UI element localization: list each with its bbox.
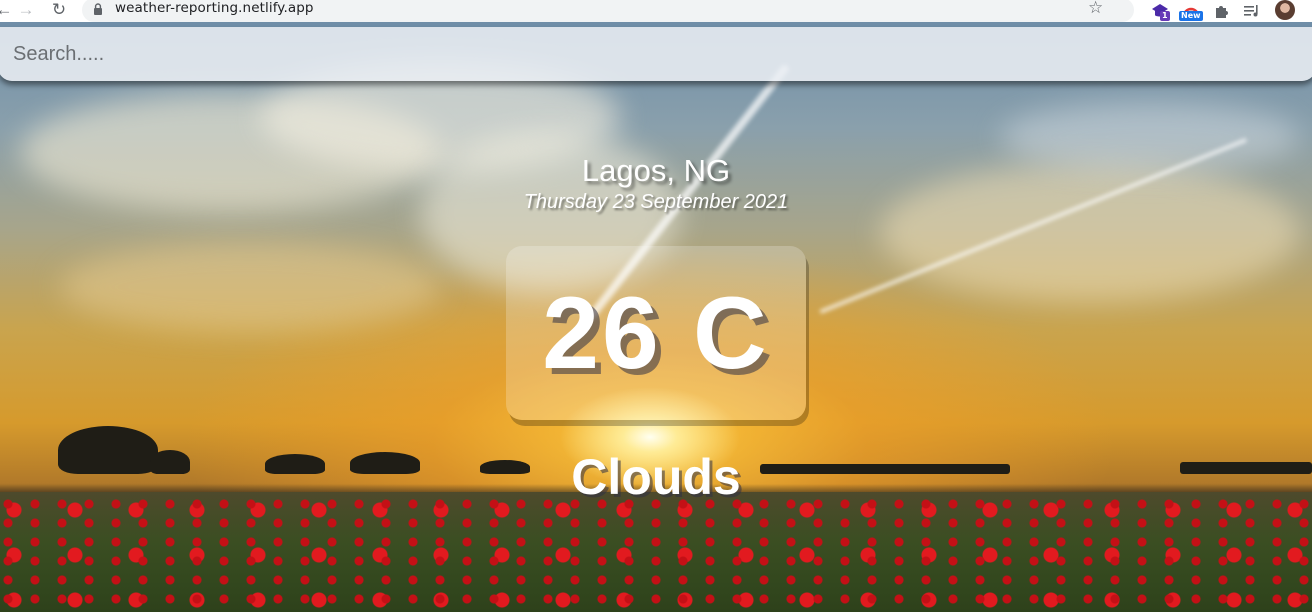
back-arrow-icon[interactable]: ←: [0, 0, 14, 20]
weather-condition: Clouds: [571, 449, 741, 505]
location-title: Lagos, NG: [581, 153, 731, 188]
extension-icon[interactable]: 1: [1147, 0, 1173, 22]
date-text: Thursday 23 September 2021: [523, 191, 789, 213]
lock-icon: [94, 3, 102, 15]
star-icon[interactable]: ☆: [1088, 0, 1103, 18]
url-text[interactable]: weather-reporting.netlify.app: [115, 0, 314, 16]
reading-list-icon[interactable]: [1242, 0, 1262, 22]
reload-icon[interactable]: ↻: [49, 0, 69, 20]
profile-avatar[interactable]: [1275, 0, 1295, 20]
extension-new-icon[interactable]: New: [1178, 0, 1204, 22]
browser-toolbar: ← → ↻ weather-reporting.netlify.app ☆ 1 …: [0, 0, 1312, 22]
forward-arrow-icon[interactable]: →: [16, 0, 36, 20]
new-badge: New: [1179, 11, 1203, 21]
extension-badge: 1: [1160, 11, 1170, 21]
search-bar: [0, 27, 1312, 81]
temperature-value: 26 C: [542, 276, 770, 390]
page-root: ← → ↻ weather-reporting.netlify.app ☆ 1 …: [0, 0, 1312, 612]
address-bar[interactable]: weather-reporting.netlify.app ☆: [82, 0, 1134, 22]
search-input[interactable]: [0, 27, 1312, 81]
temperature-card: 26 C: [506, 246, 806, 420]
puzzle-icon[interactable]: [1211, 0, 1231, 22]
